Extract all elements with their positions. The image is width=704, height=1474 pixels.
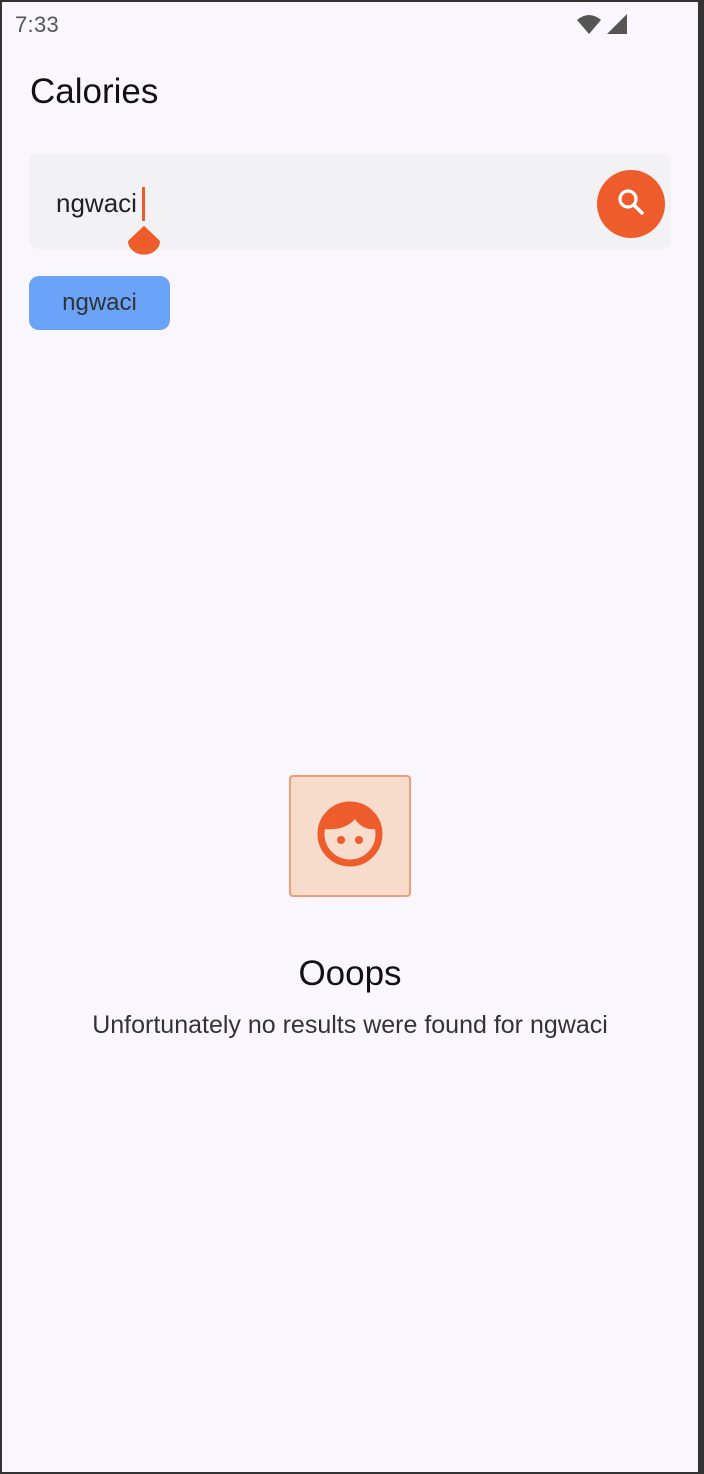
empty-state-icon-box	[289, 775, 411, 897]
cursor-handle[interactable]	[126, 216, 162, 262]
search-chip[interactable]: ngwaci	[29, 276, 170, 330]
app-screen: 7:33 Calories ngwaci ngwaci Ooops Unfort…	[2, 2, 698, 1472]
status-icons	[576, 13, 628, 40]
search-input[interactable]: ngwaci	[56, 188, 137, 219]
empty-state-message: Unfortunately no results were found for …	[92, 1011, 608, 1039]
wifi-icon	[576, 13, 602, 40]
page-title: Calories	[30, 72, 159, 111]
face-icon	[315, 799, 385, 874]
search-button[interactable]	[597, 170, 665, 238]
search-icon	[615, 186, 647, 223]
status-time: 7:33	[15, 12, 60, 37]
search-field[interactable]: ngwaci	[29, 154, 671, 255]
cellular-signal-icon	[606, 13, 628, 40]
empty-state-title: Ooops	[298, 954, 402, 993]
status-bar: 7:33	[2, 2, 698, 46]
